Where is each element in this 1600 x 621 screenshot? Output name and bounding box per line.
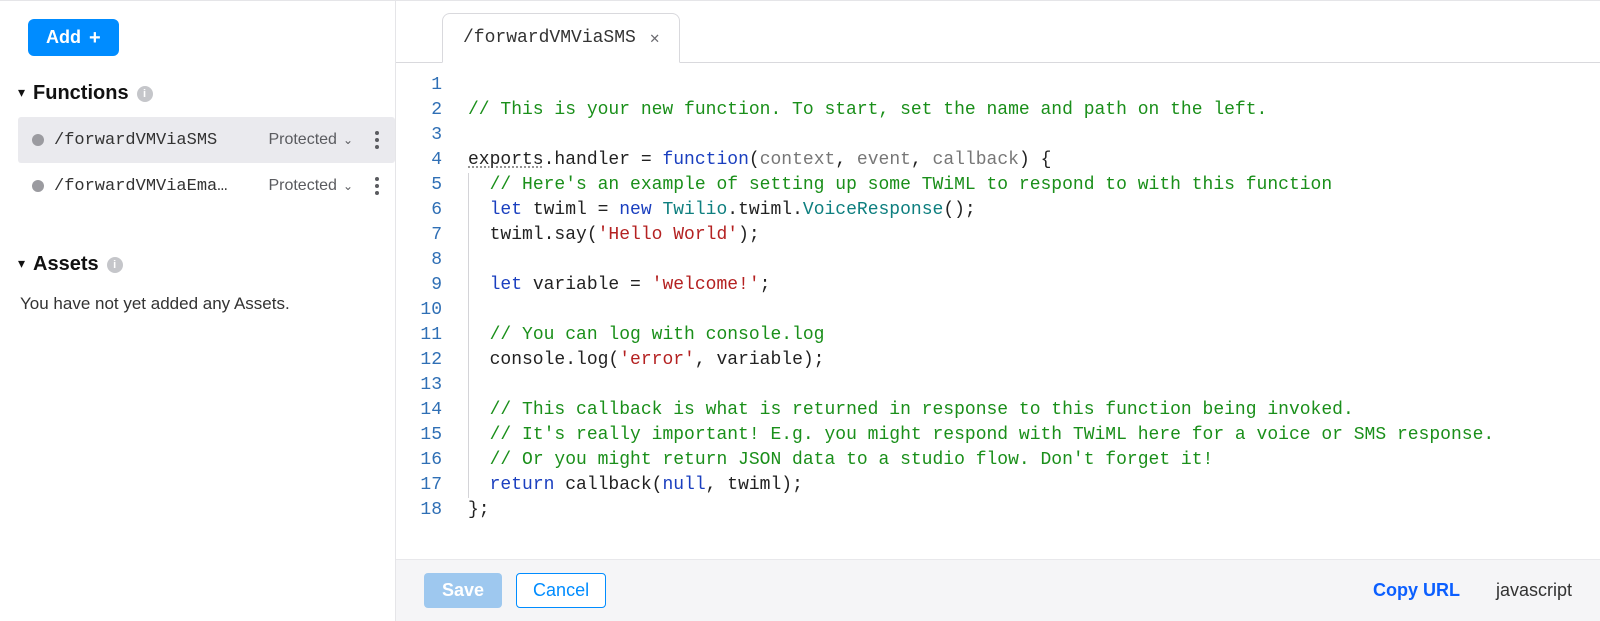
line-number: 9: [396, 273, 442, 298]
function-name: /forwardVMViaEma…: [54, 177, 227, 196]
code-line[interactable]: exports.handler = function(context, even…: [454, 148, 1600, 173]
editor-footer: Save Cancel Copy URL javascript: [396, 559, 1600, 621]
add-button[interactable]: Add +: [28, 19, 119, 56]
code-line[interactable]: console.log('error', variable);: [454, 348, 1600, 373]
kebab-menu-icon[interactable]: [369, 127, 385, 153]
function-name: /forwardVMViaSMS: [54, 131, 217, 150]
assets-empty-text: You have not yet added any Assets.: [18, 288, 395, 314]
copy-url-link[interactable]: Copy URL: [1373, 580, 1460, 601]
code-line[interactable]: };: [454, 498, 1600, 523]
code-line[interactable]: // This is your new function. To start, …: [454, 98, 1600, 123]
indent-guide: [468, 323, 469, 348]
code-line[interactable]: twiml.say('Hello World');: [454, 223, 1600, 248]
visibility-selector[interactable]: Protected ⌄: [268, 177, 353, 195]
code-line[interactable]: // Or you might return JSON data to a st…: [454, 448, 1600, 473]
code-line[interactable]: return callback(null, twiml);: [454, 473, 1600, 498]
indent-guide: [468, 248, 469, 273]
functions-section-header[interactable]: ▾ Functions i: [18, 78, 395, 117]
code-editor[interactable]: 123456789101112131415161718 // This is y…: [396, 63, 1600, 559]
indent-guide: [468, 448, 469, 473]
line-gutter: 123456789101112131415161718: [396, 73, 454, 559]
line-number: 5: [396, 173, 442, 198]
line-number: 18: [396, 498, 442, 523]
code-line[interactable]: // Here's an example of setting up some …: [454, 173, 1600, 198]
editor-area: /forwardVMViaSMS ✕ 123456789101112131415…: [395, 1, 1600, 621]
sidebar: Add + ▾ Functions i /forwardVMViaSMS Prot…: [0, 1, 395, 621]
line-number: 11: [396, 323, 442, 348]
chevron-down-icon: ⌄: [343, 179, 353, 193]
line-number: 16: [396, 448, 442, 473]
status-dot-icon: [32, 180, 44, 192]
tabbar: /forwardVMViaSMS ✕: [396, 1, 1600, 63]
code-body[interactable]: // This is your new function. To start, …: [454, 73, 1600, 559]
info-icon[interactable]: i: [107, 257, 123, 273]
line-number: 7: [396, 223, 442, 248]
plus-icon: +: [89, 28, 101, 48]
line-number: 15: [396, 423, 442, 448]
functions-section-title: Functions: [33, 82, 129, 105]
line-number: 13: [396, 373, 442, 398]
functions-list: /forwardVMViaSMSProtected⌄/forwardVMViaE…: [18, 117, 395, 209]
line-number: 6: [396, 198, 442, 223]
indent-guide: [468, 423, 469, 448]
indent-guide: [468, 398, 469, 423]
line-number: 4: [396, 148, 442, 173]
line-number: 14: [396, 398, 442, 423]
save-button[interactable]: Save: [424, 573, 502, 608]
code-line[interactable]: // This callback is what is returned in …: [454, 398, 1600, 423]
language-selector[interactable]: javascript: [1496, 580, 1572, 601]
indent-guide: [468, 473, 469, 498]
tab-active[interactable]: /forwardVMViaSMS ✕: [442, 13, 680, 63]
indent-guide: [468, 273, 469, 298]
indent-guide: [468, 198, 469, 223]
code-line[interactable]: [454, 248, 1600, 273]
line-number: 10: [396, 298, 442, 323]
chevron-down-icon: ⌄: [343, 133, 353, 147]
visibility-label: Protected: [268, 131, 336, 149]
code-line[interactable]: // It's really important! E.g. you might…: [454, 423, 1600, 448]
function-item[interactable]: /forwardVMViaEma… Protected ⌄: [18, 163, 395, 209]
code-line[interactable]: [454, 373, 1600, 398]
code-line[interactable]: [454, 123, 1600, 148]
code-line[interactable]: let variable = 'welcome!';: [454, 273, 1600, 298]
indent-guide: [468, 223, 469, 248]
code-line[interactable]: [454, 73, 1600, 98]
status-dot-icon: [32, 134, 44, 146]
code-line[interactable]: // You can log with console.log: [454, 323, 1600, 348]
visibility-selector[interactable]: Protected ⌄: [268, 131, 353, 149]
line-number: 1: [396, 73, 442, 98]
chevron-down-icon: ▾: [18, 84, 25, 101]
visibility-label: Protected: [268, 177, 336, 195]
tab-title: /forwardVMViaSMS: [463, 28, 636, 48]
function-item[interactable]: /forwardVMViaSMS Protected ⌄: [18, 117, 395, 163]
info-icon[interactable]: i: [137, 86, 153, 102]
indent-guide: [468, 348, 469, 373]
indent-guide: [468, 373, 469, 398]
cancel-button[interactable]: Cancel: [516, 573, 606, 608]
assets-section-title: Assets: [33, 253, 99, 276]
indent-guide: [468, 298, 469, 323]
line-number: 2: [396, 98, 442, 123]
line-number: 17: [396, 473, 442, 498]
line-number: 8: [396, 248, 442, 273]
indent-guide: [468, 173, 469, 198]
code-line[interactable]: [454, 298, 1600, 323]
line-number: 12: [396, 348, 442, 373]
close-icon[interactable]: ✕: [650, 28, 660, 48]
assets-section-header[interactable]: ▾ Assets i: [18, 249, 395, 288]
line-number: 3: [396, 123, 442, 148]
chevron-down-icon: ▾: [18, 255, 25, 272]
kebab-menu-icon[interactable]: [369, 173, 385, 199]
code-line[interactable]: let twiml = new Twilio.twiml.VoiceRespon…: [454, 198, 1600, 223]
add-button-label: Add: [46, 27, 81, 48]
